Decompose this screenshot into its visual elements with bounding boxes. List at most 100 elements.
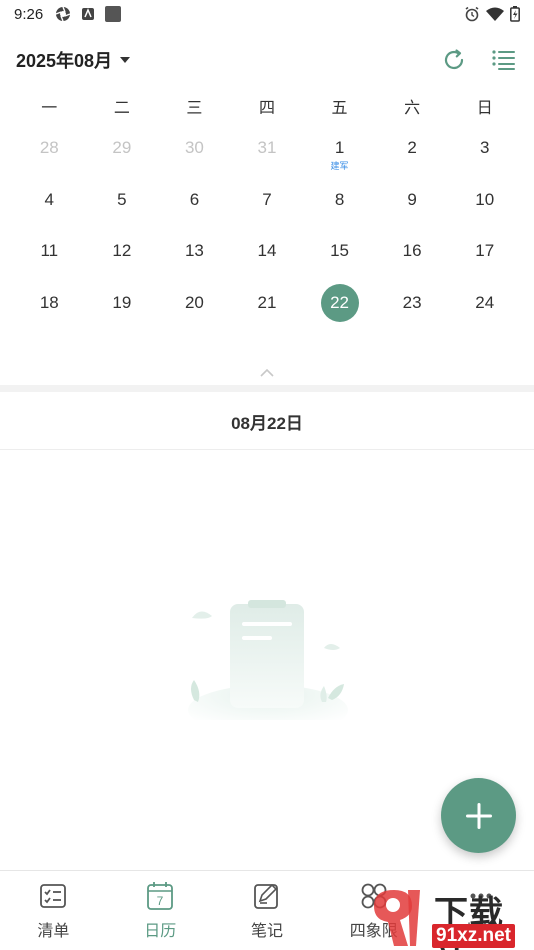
calendar-header: 2025年08月 (0, 36, 534, 84)
calendar-grid: 28 29 30 31 1 建军 2 3 4 5 6 7 8 9 10 11 12 13 14 15 16 17 18 19 2… (13, 130, 521, 336)
collapse-calendar-handle[interactable] (257, 366, 277, 380)
system-icons (464, 6, 520, 22)
nav-item-checklist[interactable]: 清单 (0, 871, 107, 950)
day-number: 22 (330, 292, 350, 312)
calendar-day[interactable]: 15 (303, 233, 376, 285)
calendar-icon: 7 (147, 882, 174, 910)
weekday-label: 五 (331, 100, 348, 117)
square-notification-icon (105, 6, 122, 22)
day-number: 6 (189, 189, 200, 209)
day-number: 9 (407, 189, 417, 209)
calendar-day[interactable]: 11 (13, 233, 86, 285)
day-number: 4 (44, 189, 55, 209)
calendar-day[interactable]: 3 (448, 130, 521, 182)
add-event-button[interactable] (441, 778, 516, 853)
empty-state-illustration-icon (188, 600, 348, 720)
nav-label: 清单 (37, 923, 70, 940)
day-number: 14 (257, 241, 277, 260)
calendar-day[interactable]: 2 (376, 130, 449, 182)
month-selector[interactable]: 2025年08月 (16, 47, 131, 73)
calendar-day[interactable]: 6 (158, 182, 231, 234)
selected-date-label: 08月22日 (231, 413, 303, 433)
calendar-day[interactable]: 18 (13, 285, 86, 337)
day-number: 15 (330, 241, 350, 260)
refresh-icon (444, 49, 464, 70)
calendar-day[interactable]: 23 (376, 285, 449, 337)
calendar-day[interactable]: 9 (376, 182, 449, 234)
weekday-label: 六 (404, 100, 421, 117)
day-number: 1 (334, 138, 345, 157)
day-number: 24 (475, 292, 495, 312)
list-icon (492, 50, 515, 70)
wifi-icon (486, 7, 504, 21)
nav-item-notes[interactable]: 笔记 (214, 871, 321, 950)
nav-label: 日历 (144, 923, 177, 940)
holiday-label: 建军 (330, 161, 349, 171)
svg-text:7: 7 (157, 894, 164, 908)
refresh-button[interactable] (440, 46, 468, 74)
day-number: 23 (402, 292, 422, 312)
checklist-icon (40, 884, 67, 908)
day-number: 20 (184, 292, 204, 312)
day-number: 29 (112, 138, 132, 157)
day-number: 7 (262, 189, 272, 209)
calendar-day[interactable]: 8 (303, 182, 376, 234)
section-divider (0, 385, 534, 392)
aperture-icon (55, 6, 71, 22)
battery-icon (510, 6, 520, 22)
calendar-day[interactable]: 17 (448, 233, 521, 285)
calendar-day[interactable]: 7 (231, 182, 304, 234)
day-number: 2 (407, 138, 417, 157)
weekday-header-row: 一 二 三 四 五 六 日 (13, 94, 521, 122)
calendar-day[interactable]: 10 (448, 182, 521, 234)
weekday-label: 三 (186, 100, 203, 117)
day-number: 16 (402, 241, 422, 260)
calendar-day[interactable]: 31 (231, 130, 304, 182)
month-title: 2025年08月 (16, 51, 113, 71)
day-number: 28 (39, 138, 59, 157)
calendar-day-selected[interactable]: 22 (303, 285, 376, 337)
day-number: 18 (39, 292, 59, 312)
day-number: 31 (257, 138, 277, 157)
watermark-domain: 91xz.net (432, 924, 515, 948)
calendar-day[interactable]: 12 (86, 233, 159, 285)
calendar-day[interactable]: 19 (86, 285, 159, 337)
calendar-day[interactable]: 13 (158, 233, 231, 285)
day-number: 5 (117, 189, 127, 209)
day-number: 13 (184, 241, 204, 260)
alarm-icon (465, 6, 479, 22)
calendar-day[interactable]: 28 (13, 130, 86, 182)
plus-icon (465, 802, 492, 829)
calendar-day[interactable]: 21 (231, 285, 304, 337)
calendar-day[interactable]: 4 (13, 182, 86, 234)
calendar-day[interactable]: 29 (86, 130, 159, 182)
calendar-day[interactable]: 5 (86, 182, 159, 234)
day-number: 11 (40, 241, 59, 260)
status-bar: 9:26 (0, 0, 534, 28)
weekday-label: 二 (113, 100, 130, 117)
day-number: 21 (257, 292, 277, 312)
calendar-day[interactable]: 30 (158, 130, 231, 182)
notification-icons (55, 6, 122, 22)
day-number: 10 (475, 189, 495, 209)
weekday-label: 日 (476, 100, 493, 117)
caret-down-icon (120, 57, 131, 63)
site-watermark: 下载站 91xz.net (364, 886, 534, 950)
nav-item-calendar[interactable]: 7 日历 (107, 871, 214, 950)
divider (0, 449, 534, 450)
weekday-label: 一 (41, 100, 58, 117)
status-time: 9:26 (14, 5, 44, 23)
app-notification-icon (82, 8, 95, 20)
calendar-day[interactable]: 1 建军 (303, 130, 376, 182)
day-number: 3 (479, 138, 490, 157)
calendar-day[interactable]: 24 (448, 285, 521, 337)
calendar-day[interactable]: 16 (376, 233, 449, 285)
list-view-button[interactable] (490, 46, 518, 74)
day-number: 19 (112, 292, 132, 312)
nav-label: 笔记 (250, 923, 283, 940)
calendar-day[interactable]: 14 (231, 233, 304, 285)
header-actions (440, 46, 518, 74)
day-number: 8 (334, 189, 345, 209)
calendar-day[interactable]: 20 (158, 285, 231, 337)
note-icon (254, 883, 278, 909)
